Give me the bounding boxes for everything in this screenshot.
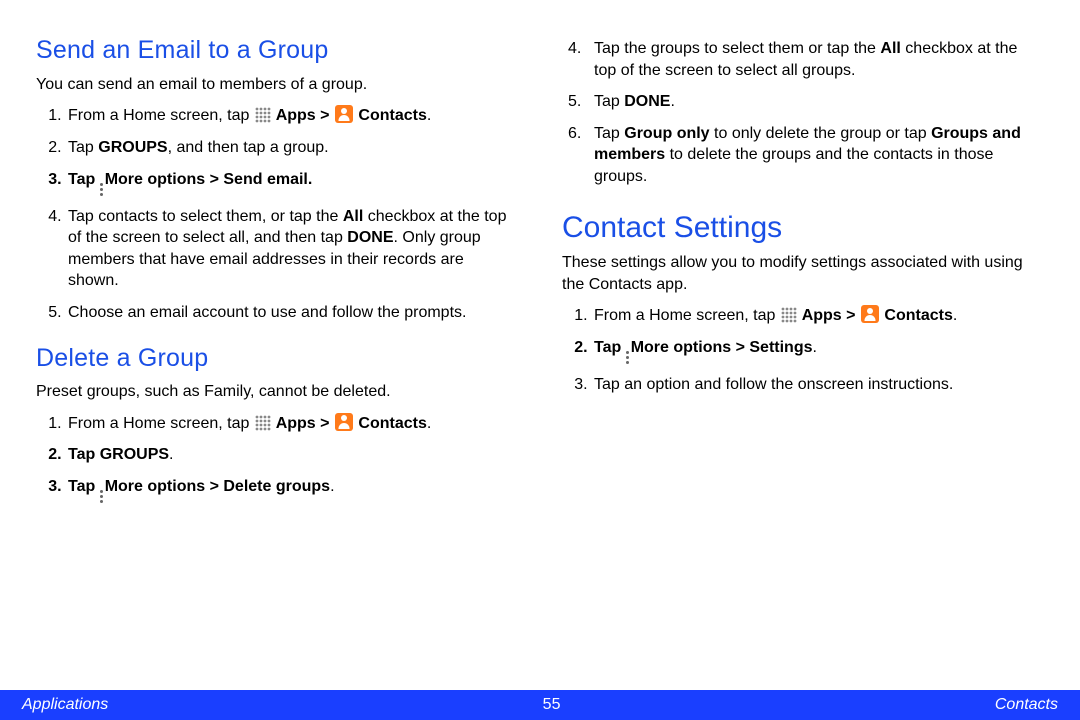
heading-contact-settings: Contact Settings — [562, 208, 1044, 249]
apps-label: Apps > — [798, 307, 860, 324]
list-item: Tap More options > Settings. — [592, 337, 1044, 364]
more-options-icon — [100, 183, 103, 196]
right-column: Tap the groups to select them or tap the… — [562, 28, 1044, 680]
contacts-icon — [861, 305, 879, 323]
groups-label: GROUPS — [98, 139, 167, 156]
footer-page-number: 55 — [543, 694, 561, 716]
steps-delete-group: From a Home screen, tap Apps > Contacts.… — [36, 413, 518, 503]
text: , and then tap a group. — [168, 139, 329, 156]
text: . — [670, 93, 674, 110]
text: From a Home screen, tap — [594, 307, 780, 324]
text: . — [308, 171, 312, 188]
page-footer: Applications 55 Contacts — [0, 690, 1080, 720]
apps-icon — [255, 107, 271, 123]
list-item: From a Home screen, tap Apps > Contacts. — [592, 305, 1044, 327]
heading-send-email: Send an Email to a Group — [36, 34, 518, 68]
steps-delete-group-continued: Tap the groups to select them or tap the… — [562, 38, 1044, 188]
text: to only delete the group or tap — [710, 125, 931, 142]
all-label: All — [343, 208, 363, 225]
text: Tap — [594, 339, 626, 356]
text: . — [813, 339, 817, 356]
apps-label: Apps > — [272, 107, 334, 124]
text: Tap the groups to select them or tap the — [594, 40, 880, 57]
list-item: Tap More options > Send email. — [66, 169, 518, 196]
text: Tap — [68, 171, 100, 188]
list-item: From a Home screen, tap Apps > Contacts. — [66, 413, 518, 435]
more-options-label: More options > Send email — [105, 171, 308, 188]
list-item: Tap the groups to select them or tap the… — [592, 38, 1044, 81]
text: Tap — [594, 93, 624, 110]
list-item: Tap More options > Delete groups. — [66, 476, 518, 503]
footer-left: Applications — [22, 694, 108, 716]
left-column: Send an Email to a Group You can send an… — [36, 28, 518, 680]
apps-label: Apps > — [272, 415, 334, 432]
text: . — [169, 446, 173, 463]
list-item: Choose an email account to use and follo… — [66, 302, 518, 324]
contacts-label: Contacts — [354, 415, 427, 432]
more-options-icon — [100, 490, 103, 503]
apps-icon — [255, 415, 271, 431]
apps-icon — [781, 307, 797, 323]
group-only-label: Group only — [624, 125, 709, 142]
more-options-icon — [626, 351, 629, 364]
text: Tap — [594, 125, 624, 142]
text: Tap contacts to select them, or tap the — [68, 208, 343, 225]
footer-right: Contacts — [995, 694, 1058, 716]
contacts-label: Contacts — [880, 307, 953, 324]
steps-contact-settings: From a Home screen, tap Apps > Contacts.… — [562, 305, 1044, 395]
text: Tap — [68, 139, 98, 156]
list-item: Tap contacts to select them, or tap the … — [66, 206, 518, 292]
list-item: Tap GROUPS. — [66, 444, 518, 466]
text: . — [330, 478, 334, 495]
contacts-icon — [335, 413, 353, 431]
list-item: Tap DONE. — [592, 91, 1044, 113]
all-label: All — [880, 40, 900, 57]
done-label: DONE — [624, 93, 670, 110]
more-options-label: More options > Delete groups — [105, 478, 330, 495]
text: Tap — [68, 478, 100, 495]
more-options-label: More options > Settings — [631, 339, 813, 356]
intro-send-email: You can send an email to members of a gr… — [36, 74, 518, 96]
intro-contact-settings: These settings allow you to modify setti… — [562, 252, 1044, 295]
list-item: Tap GROUPS, and then tap a group. — [66, 137, 518, 159]
list-item: Tap an option and follow the onscreen in… — [592, 374, 1044, 396]
done-label: DONE — [347, 229, 393, 246]
list-item: Tap Group only to only delete the group … — [592, 123, 1044, 188]
page-body: Send an Email to a Group You can send an… — [0, 0, 1080, 680]
contacts-icon — [335, 105, 353, 123]
text: Tap — [68, 446, 100, 463]
contacts-label: Contacts — [354, 107, 427, 124]
groups-label: GROUPS — [100, 446, 169, 463]
steps-send-email: From a Home screen, tap Apps > Contacts.… — [36, 105, 518, 323]
intro-delete-group: Preset groups, such as Family, cannot be… — [36, 381, 518, 403]
heading-delete-group: Delete a Group — [36, 342, 518, 376]
text: From a Home screen, tap — [68, 415, 254, 432]
list-item: From a Home screen, tap Apps > Contacts. — [66, 105, 518, 127]
text: From a Home screen, tap — [68, 107, 254, 124]
